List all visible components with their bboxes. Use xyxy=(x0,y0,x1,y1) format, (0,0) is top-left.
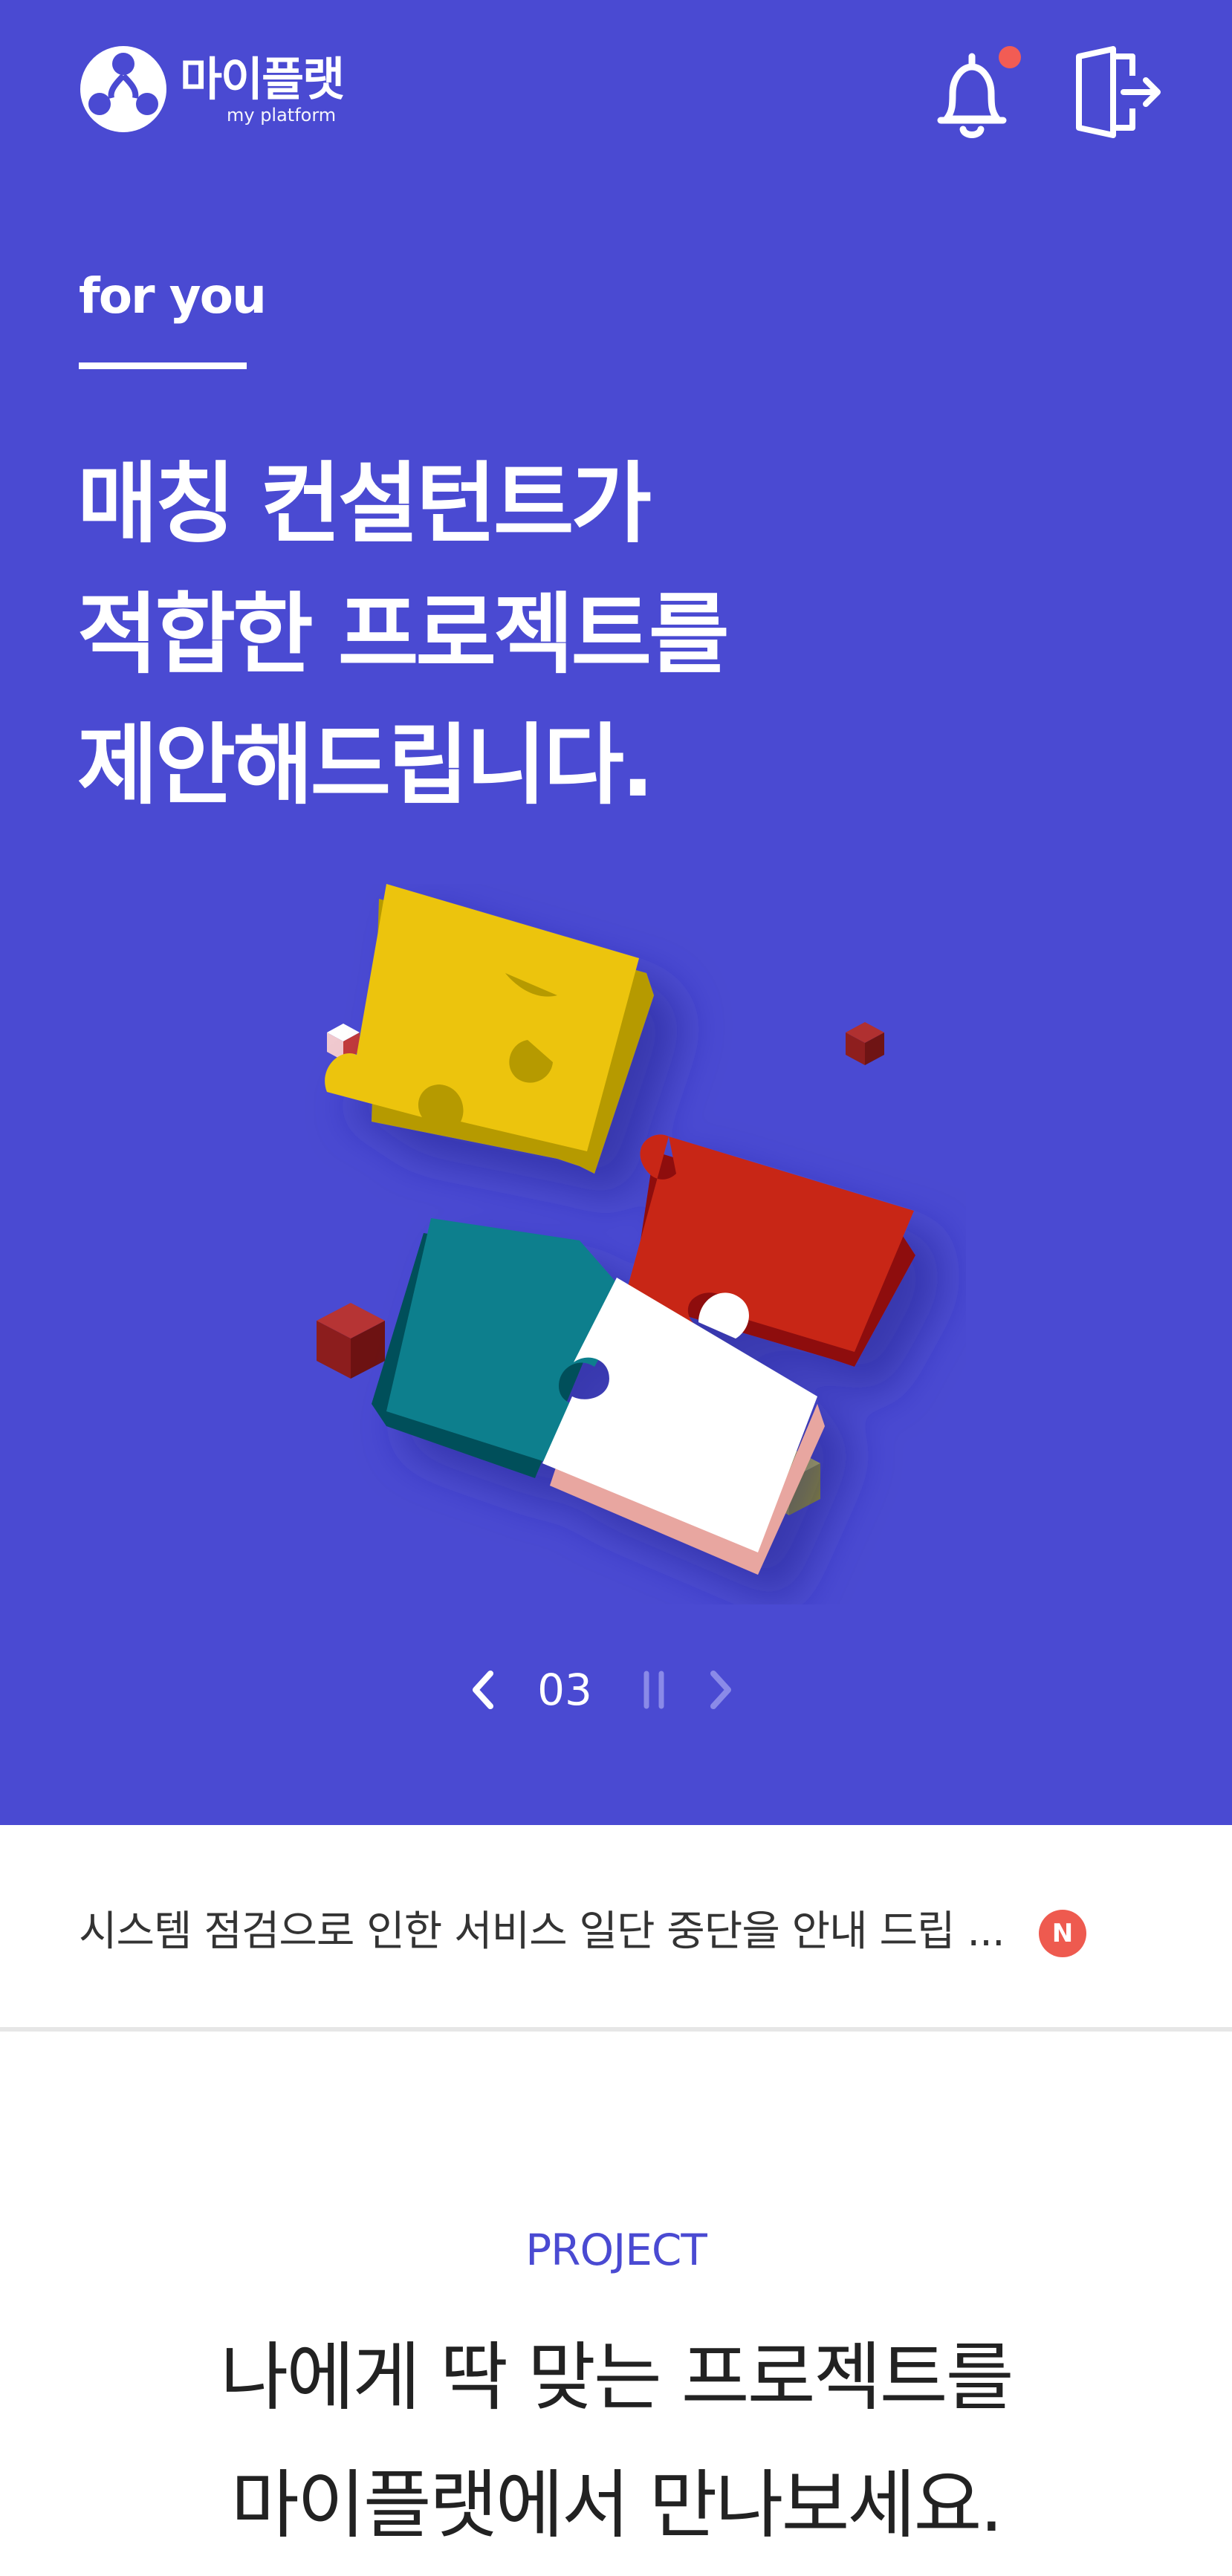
logo-subtitle: my platform xyxy=(226,105,337,126)
logo-icon xyxy=(80,46,166,132)
hero-headline: 매칭 컨설턴트가 적합한 프로젝트를 제안해드립니다. xyxy=(77,438,730,830)
cube-darkred-left xyxy=(317,1303,385,1379)
cube-small-darkred xyxy=(846,1022,884,1065)
headline-line-2: 적합한 프로젝트를 xyxy=(77,583,730,686)
headline-line-1: 매칭 컨설턴트가 xyxy=(77,452,652,555)
chevron-right-icon[interactable] xyxy=(691,1653,750,1727)
notice-text[interactable]: 시스템 점검으로 인한 서비스 일단 중단을 안내 드립 ... xyxy=(79,1898,1005,1958)
notification-dot xyxy=(999,46,1021,68)
project-section: PROJECT 나에게 딱 맞는 프로젝트를 마이플랫에서 만나보세요. xyxy=(0,2032,1232,2576)
project-title-line-2: 마이플랫에서 만나보세요. xyxy=(230,2462,1004,2549)
new-badge: N xyxy=(1039,1910,1086,1957)
logo[interactable]: 마이플랫 my platform xyxy=(77,43,345,135)
eyebrow-underline xyxy=(79,362,247,369)
project-title: 나에게 딱 맞는 프로젝트를 마이플랫에서 만나보세요. xyxy=(0,2314,1232,2569)
logout-icon[interactable] xyxy=(1069,46,1165,138)
hero-banner: 마이플랫 my platform for you 매칭 컨설턴트가 적합한 프로… xyxy=(0,0,1232,1825)
chevron-left-icon[interactable] xyxy=(453,1653,513,1727)
project-title-line-1: 나에게 딱 맞는 프로젝트를 xyxy=(220,2334,1014,2421)
project-label: PROJECT xyxy=(525,2225,707,2275)
pager-current: 03 xyxy=(537,1665,592,1715)
banner-pager: 03 xyxy=(453,1649,780,1731)
hero-eyebrow: for you xyxy=(79,267,267,325)
pause-icon[interactable] xyxy=(617,1653,691,1727)
puzzle-piece-yellow xyxy=(325,884,654,1174)
puzzle-illustration xyxy=(317,884,915,1575)
logo-title: 마이플랫 xyxy=(180,52,345,106)
headline-line-3: 제안해드립니다. xyxy=(77,714,655,816)
